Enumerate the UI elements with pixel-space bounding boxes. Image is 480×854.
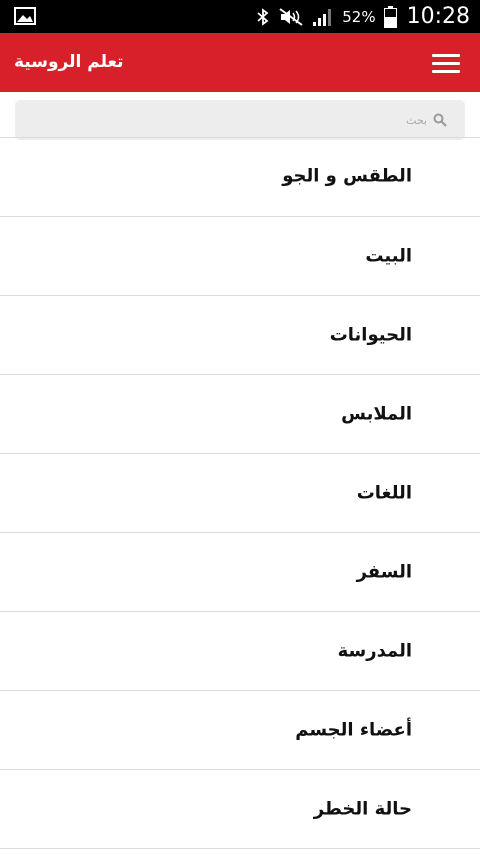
status-icons: 52% 10:28	[256, 0, 470, 33]
search-icon	[433, 113, 447, 127]
list-item-label: حالة الخطر	[313, 798, 412, 820]
list-item-school[interactable]: المدرسة	[0, 612, 480, 691]
app-bar: تعلم الروسية	[0, 33, 480, 92]
list-item-emergency[interactable]: حالة الخطر	[0, 770, 480, 849]
bluetooth-icon	[257, 7, 269, 26]
clock: 10:28	[406, 4, 470, 29]
list-item-label: أعضاء الجسم	[295, 719, 412, 741]
menu-bar	[432, 69, 460, 73]
battery-percent: 52%	[342, 7, 376, 26]
hamburger-menu-icon[interactable]	[432, 49, 460, 77]
list-item-languages[interactable]: اللغات	[0, 454, 480, 533]
list-item-label: الملابس	[341, 403, 412, 425]
list-item-animals[interactable]: الحيوانات	[0, 296, 480, 375]
list-item-body-parts[interactable]: أعضاء الجسم	[0, 691, 480, 770]
search-box[interactable]	[15, 100, 465, 140]
menu-bar	[432, 53, 460, 57]
list-item-label: الطقس و الجو	[282, 165, 412, 187]
gallery-notification-icon	[14, 7, 36, 25]
signal-icon	[313, 8, 332, 26]
list-item-label: اللغات	[356, 482, 412, 504]
mute-icon	[279, 7, 303, 26]
menu-bar	[432, 61, 460, 65]
category-list: الطقس و الجو البيت الحيوانات الملابس الل…	[0, 137, 480, 849]
list-item-home[interactable]: البيت	[0, 217, 480, 296]
search-input[interactable]	[47, 100, 427, 140]
list-item-label: الحيوانات	[329, 324, 412, 346]
battery-icon	[383, 5, 397, 28]
status-bar: 52% 10:28	[0, 0, 480, 33]
list-item-label: المدرسة	[337, 640, 412, 662]
list-item-label: السفر	[356, 561, 412, 583]
list-item-clothes[interactable]: الملابس	[0, 375, 480, 454]
list-item-label: البيت	[365, 245, 412, 267]
list-item-travel[interactable]: السفر	[0, 533, 480, 612]
list-item-weather[interactable]: الطقس و الجو	[0, 138, 480, 217]
app-title: تعلم الروسية	[14, 52, 124, 72]
